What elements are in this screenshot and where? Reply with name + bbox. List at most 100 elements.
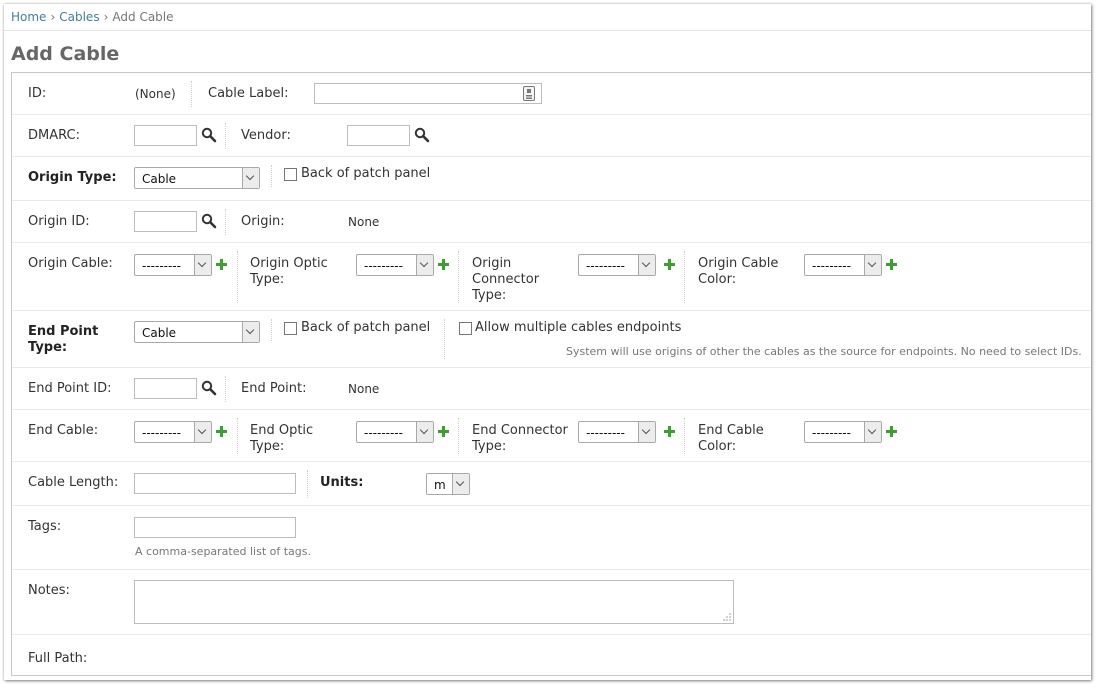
chevron-down-icon <box>864 255 881 275</box>
origin-connector-type-select[interactable]: --------- <box>578 254 656 276</box>
allow-multiple-endpoints-checkbox[interactable] <box>459 322 472 335</box>
origin-optic-type-select[interactable]: --------- <box>356 254 434 276</box>
divider <box>191 81 192 107</box>
form-row-origin-type: Origin Type: Cable Back of patch panel <box>12 157 1091 201</box>
end-connector-type-select[interactable]: --------- <box>578 421 656 443</box>
add-plus-icon[interactable] <box>886 259 897 270</box>
form-row-notes: Notes: <box>12 570 1091 635</box>
notes-textarea[interactable] <box>134 580 734 624</box>
chevron-down-icon <box>194 255 211 275</box>
chevron-down-icon <box>638 255 655 275</box>
form-row-end-point-id: End Point ID: End Point: None <box>12 368 1091 410</box>
end-point-id-label: End Point ID: <box>28 381 112 396</box>
page-title: Add Cable <box>11 43 120 65</box>
form-row-end-point-type: End Point Type: Cable Back of patch pane… <box>12 311 1091 368</box>
divider <box>237 418 238 454</box>
end-cable-color-select[interactable]: --------- <box>804 421 882 443</box>
add-plus-icon[interactable] <box>438 259 449 270</box>
divider <box>307 470 308 498</box>
chevron-down-icon <box>242 322 259 342</box>
breadcrumb-home-link[interactable]: Home <box>11 10 46 24</box>
end-cable-color-selected: --------- <box>812 426 851 440</box>
breadcrumb-separator: › <box>103 10 109 24</box>
origin-cable-color-label-line1: Origin Cable <box>698 256 779 271</box>
cable-label-input[interactable] <box>314 83 542 104</box>
resize-grip-icon[interactable] <box>723 613 731 621</box>
origin-id-input[interactable] <box>134 211 197 232</box>
origin-id-label: Origin ID: <box>28 214 90 229</box>
divider <box>271 319 272 341</box>
add-plus-icon[interactable] <box>886 426 897 437</box>
divider <box>684 418 685 454</box>
end-point-type-select[interactable]: Cable <box>134 321 260 343</box>
units-selected: m <box>434 478 446 492</box>
magnifier-icon[interactable] <box>201 380 217 396</box>
vendor-input[interactable] <box>347 125 410 146</box>
origin-optic-type-label-line1: Origin Optic <box>250 256 328 271</box>
origin-cable-label: Origin Cable: <box>28 256 113 271</box>
units-select[interactable]: m <box>426 473 470 495</box>
end-connector-type-label-line2: Type: <box>472 439 507 454</box>
chevron-down-icon <box>242 168 259 188</box>
origin-connector-type-selected: --------- <box>586 259 625 273</box>
end-optic-type-select[interactable]: --------- <box>356 421 434 443</box>
breadcrumb-separator: › <box>50 10 56 24</box>
form-row-origin-id: Origin ID: Origin: None <box>12 201 1091 243</box>
vendor-label: Vendor: <box>241 128 291 143</box>
divider <box>458 418 459 454</box>
form-row-tags: Tags: A comma-separated list of tags. <box>12 506 1091 570</box>
end-point-type-selected: Cable <box>142 326 177 340</box>
id-value: (None) <box>135 87 176 101</box>
allow-multiple-endpoints-label: Allow multiple cables endpoints <box>475 320 682 335</box>
id-label: ID: <box>28 86 47 101</box>
origin-type-select[interactable]: Cable <box>134 167 260 189</box>
origin-type-selected: Cable <box>142 172 177 186</box>
breadcrumb-cables-link[interactable]: Cables <box>59 10 99 24</box>
tags-help-text: A comma-separated list of tags. <box>135 545 311 558</box>
origin-cable-color-select[interactable]: --------- <box>804 254 882 276</box>
end-back-of-patch-panel-checkbox[interactable] <box>284 322 297 335</box>
add-plus-icon[interactable] <box>438 426 449 437</box>
magnifier-icon[interactable] <box>201 213 217 229</box>
chevron-down-icon <box>638 422 655 442</box>
chevron-down-icon <box>416 422 433 442</box>
form-row-origin-cable: Origin Cable: --------- Origin Optic Typ… <box>12 243 1091 311</box>
breadcrumb: Home › Cables › Add Cable <box>4 4 1091 31</box>
magnifier-icon[interactable] <box>414 127 430 143</box>
add-plus-icon[interactable] <box>664 426 675 437</box>
cable-length-label: Cable Length: <box>28 475 119 490</box>
end-cable-select[interactable]: --------- <box>134 421 212 443</box>
divider <box>684 251 685 303</box>
origin-back-of-patch-panel-checkbox[interactable] <box>284 168 297 181</box>
id-card-icon[interactable] <box>523 86 535 101</box>
dmarc-label: DMARC: <box>28 128 80 143</box>
origin-type-label: Origin Type: <box>28 170 117 185</box>
origin-connector-type-label-line1: Origin <box>472 256 512 271</box>
form-row-dmarc: DMARC: Vendor: <box>12 115 1091 157</box>
admin-window: Home › Cables › Add Cable Add Cable ID: (Non… <box>4 4 1091 680</box>
form-row-end-cable: End Cable: --------- End Optic Type: ---… <box>12 410 1091 462</box>
end-point-id-input[interactable] <box>134 378 197 399</box>
add-plus-icon[interactable] <box>216 259 227 270</box>
breadcrumb-current: Add Cable <box>112 10 174 24</box>
add-plus-icon[interactable] <box>664 259 675 270</box>
end-point-type-label-line2: Type: <box>28 340 68 355</box>
cable-label-label: Cable Label: <box>208 86 289 101</box>
divider <box>271 165 272 187</box>
origin-cable-select[interactable]: --------- <box>134 254 212 276</box>
end-cable-color-label-line1: End Cable <box>698 423 764 438</box>
cable-length-input[interactable] <box>134 473 296 494</box>
origin-value: None <box>348 215 380 229</box>
chevron-down-icon <box>194 422 211 442</box>
add-plus-icon[interactable] <box>216 426 227 437</box>
magnifier-icon[interactable] <box>201 127 217 143</box>
dmarc-input[interactable] <box>134 125 197 146</box>
form-row-id: ID: (None) Cable Label: <box>12 73 1091 115</box>
tags-label: Tags: <box>28 519 62 534</box>
add-cable-form: ID: (None) Cable Label: DMARC: Vendor: O… <box>11 72 1091 676</box>
tags-input[interactable] <box>134 517 296 538</box>
end-optic-type-label-line1: End Optic <box>250 423 314 438</box>
origin-cable-color-label-line2: Color: <box>698 272 737 287</box>
chevron-down-icon <box>416 255 433 275</box>
origin-back-of-patch-panel-label: Back of patch panel <box>301 166 431 181</box>
